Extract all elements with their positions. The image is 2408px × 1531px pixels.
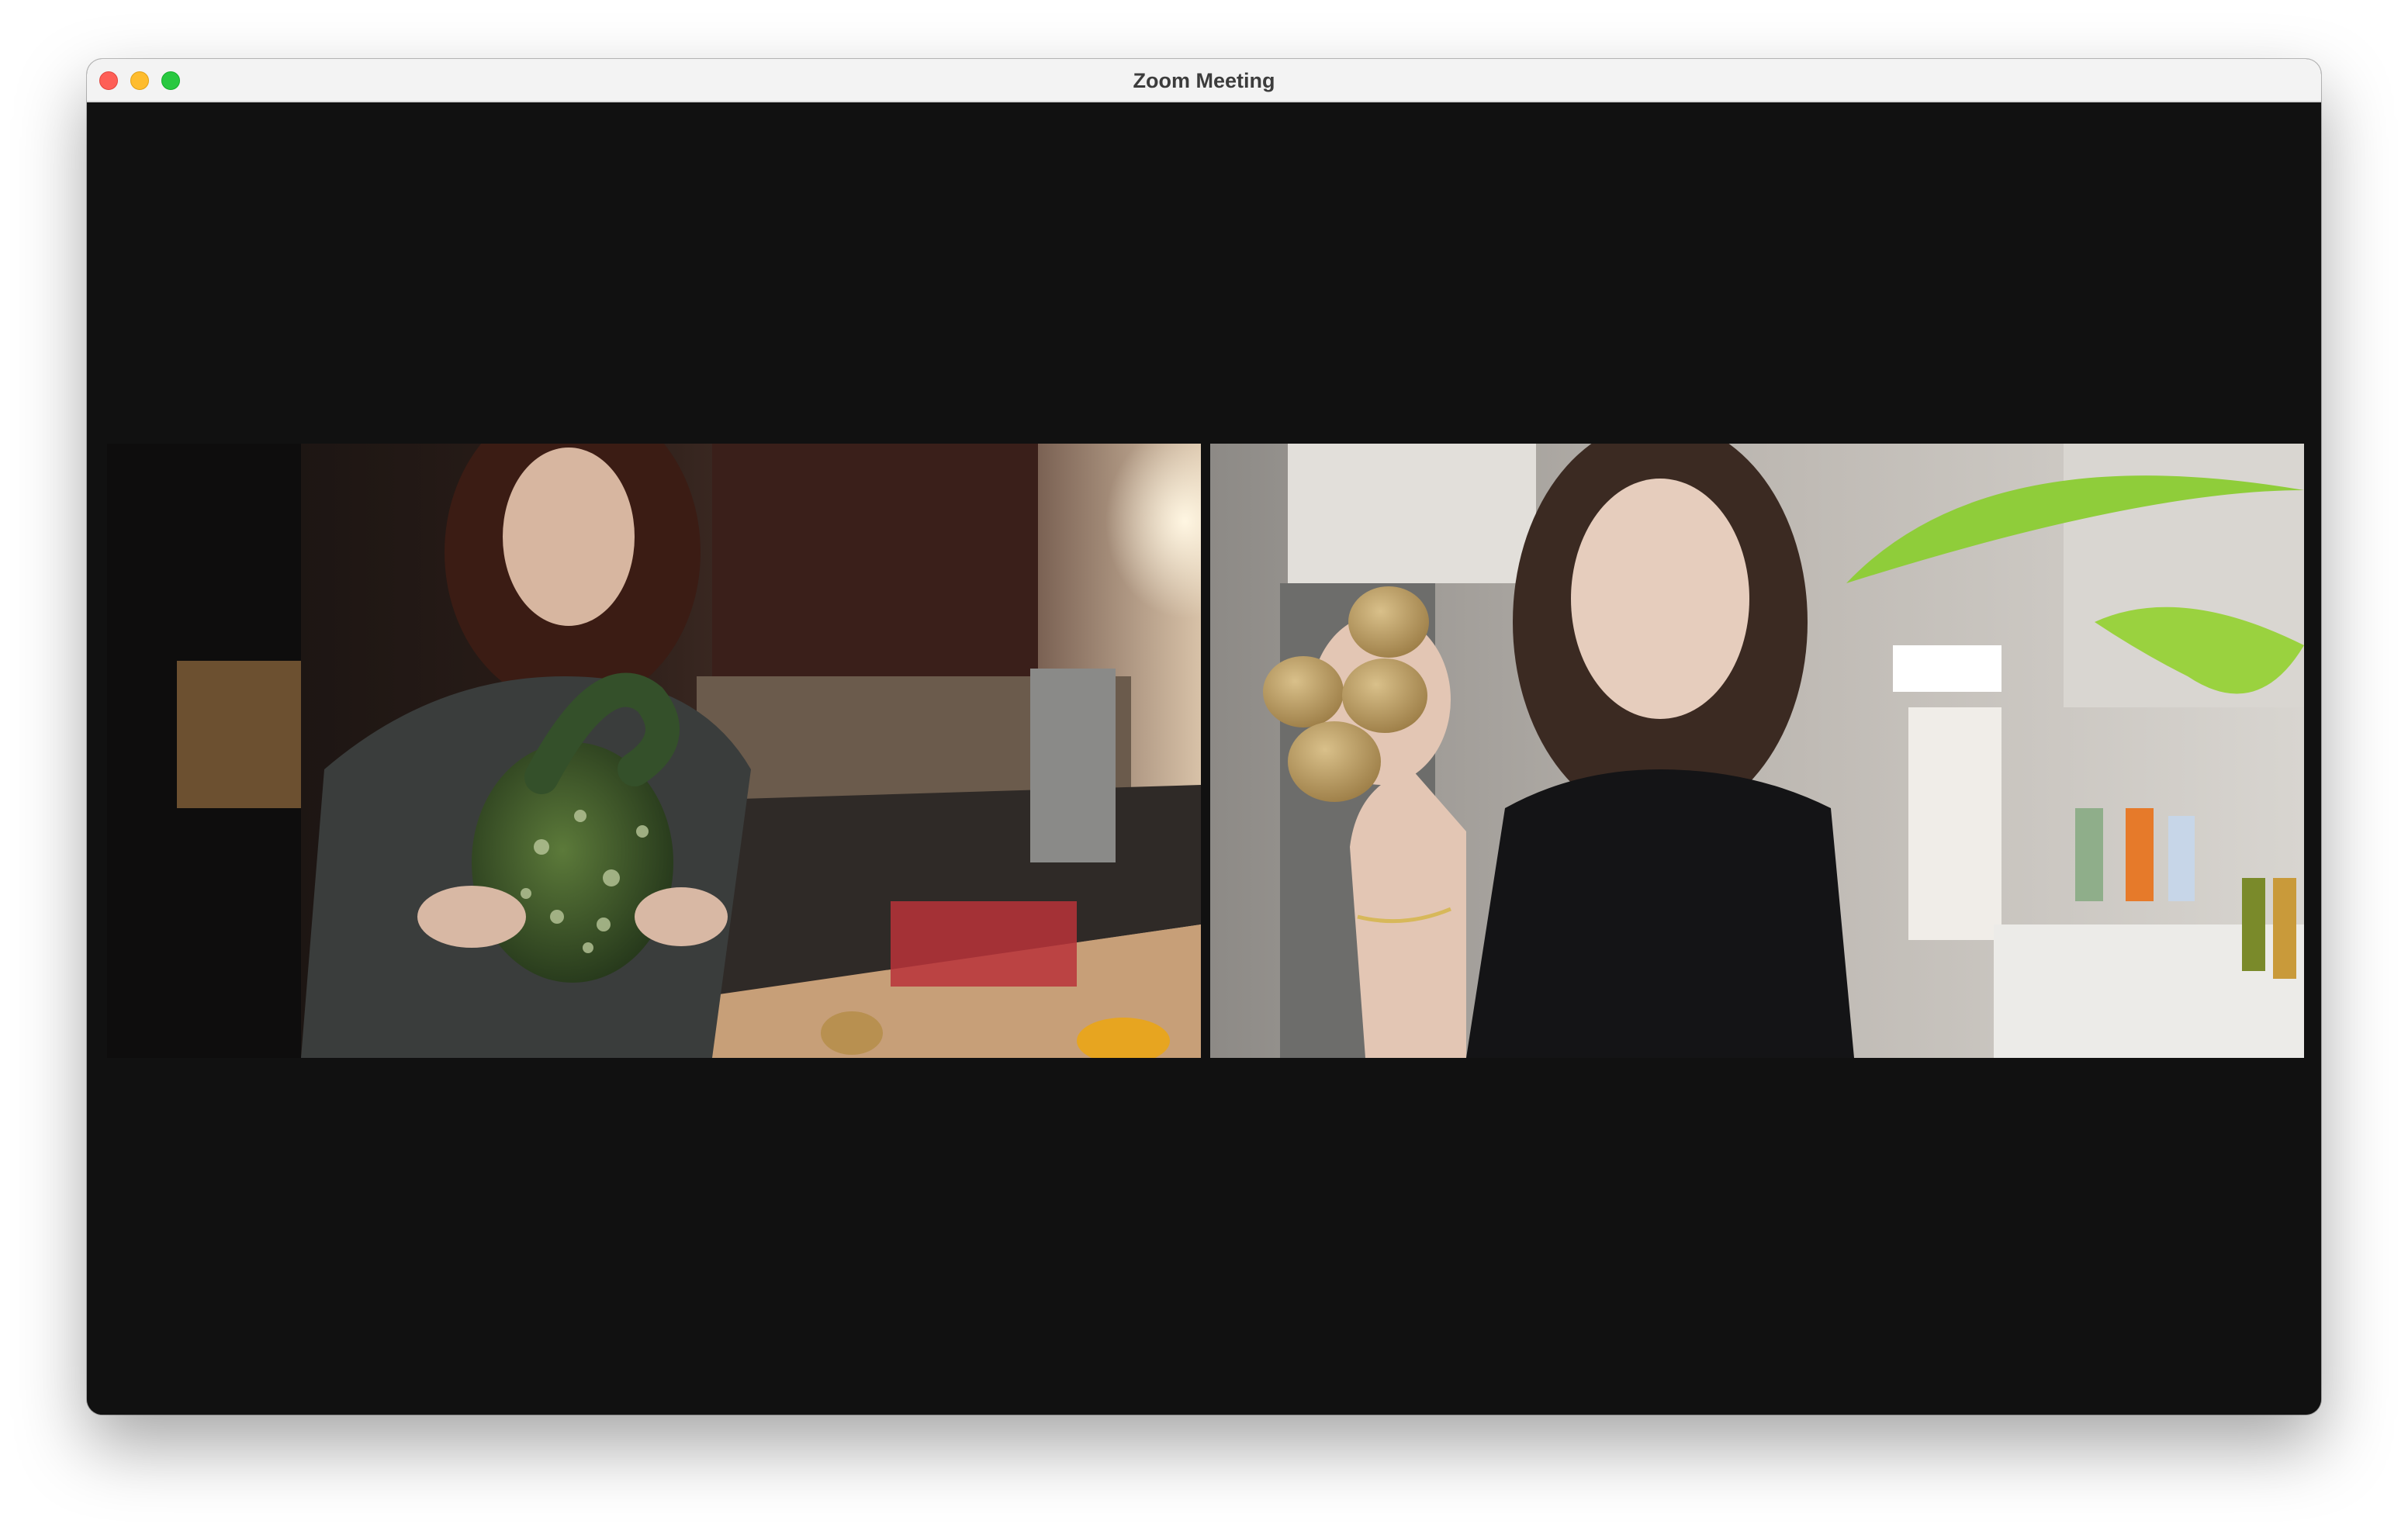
- window-title: Zoom Meeting: [1133, 69, 1275, 92]
- video-tile-2[interactable]: [1210, 444, 2304, 1058]
- zoom-meeting-window: Zoom Meeting: [87, 59, 2321, 1415]
- video-gallery: [87, 102, 2321, 1415]
- title-bar[interactable]: Zoom Meeting: [87, 59, 2321, 102]
- video-tile-1[interactable]: [107, 444, 1201, 1058]
- participant-video-2: [1210, 444, 2304, 1058]
- participant-video-1: [107, 444, 1201, 1058]
